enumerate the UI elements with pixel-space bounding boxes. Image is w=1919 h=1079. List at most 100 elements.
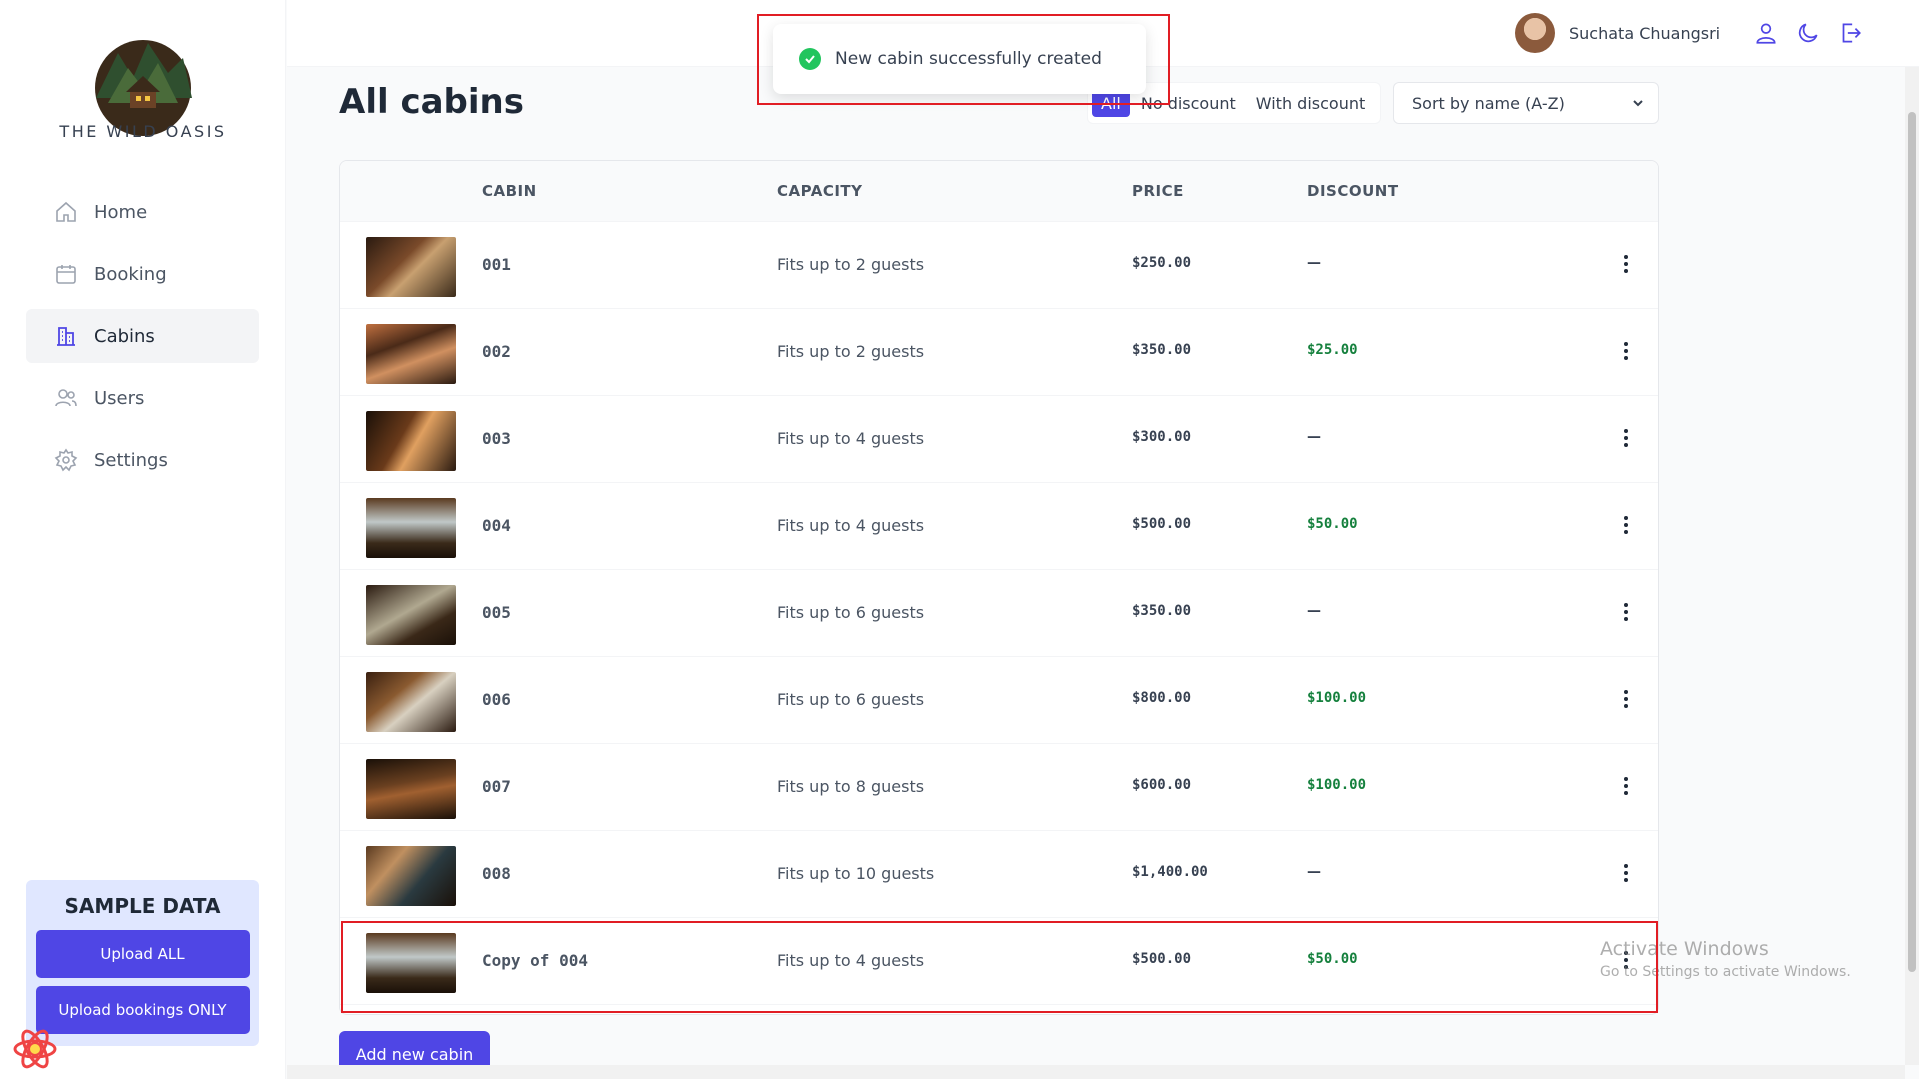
table-row: 001 Fits up to 2 guests $250.00 — bbox=[340, 222, 1658, 309]
more-options-icon[interactable] bbox=[1616, 861, 1636, 885]
column-header-discount: DISCOUNT bbox=[1307, 182, 1399, 200]
cabin-price: $600.00 bbox=[1132, 777, 1192, 793]
nav-item-label: Home bbox=[94, 201, 148, 223]
more-options-icon[interactable] bbox=[1616, 252, 1636, 276]
sort-selected-value: Sort by name (A-Z) bbox=[1412, 93, 1565, 113]
nav-item-label: Settings bbox=[94, 449, 168, 471]
chevron-down-icon bbox=[1630, 95, 1646, 115]
cabin-capacity: Fits up to 6 guests bbox=[777, 603, 925, 622]
vertical-scrollbar[interactable] bbox=[1905, 67, 1919, 1065]
brand-name: THE WILD OASIS bbox=[59, 122, 227, 141]
nav-item-label: Cabins bbox=[94, 325, 155, 347]
cabin-price: $350.00 bbox=[1132, 342, 1192, 358]
sample-data-title: SAMPLE DATA bbox=[64, 894, 221, 918]
filter-with-discount[interactable]: With discount bbox=[1247, 90, 1375, 117]
cabin-capacity: Fits up to 4 guests bbox=[777, 516, 925, 535]
table-row: 005 Fits up to 6 guests $350.00 — bbox=[340, 570, 1658, 657]
cabin-price: $250.00 bbox=[1132, 255, 1192, 271]
table-row: 004 Fits up to 4 guests $500.00 $50.00 bbox=[340, 483, 1658, 570]
gear-icon bbox=[54, 448, 78, 472]
more-options-icon[interactable] bbox=[1616, 600, 1636, 624]
highlight-box-toast bbox=[757, 14, 1170, 105]
cabin-discount: — bbox=[1307, 603, 1321, 619]
more-options-icon[interactable] bbox=[1616, 687, 1636, 711]
cabin-name: 007 bbox=[482, 777, 511, 796]
cabin-price: $350.00 bbox=[1132, 603, 1192, 619]
table-row: 008 Fits up to 10 guests $1,400.00 — bbox=[340, 831, 1658, 918]
cabins-table: CABIN CAPACITY PRICE DISCOUNT 001 Fits u… bbox=[339, 160, 1659, 1015]
cabin-discount: — bbox=[1307, 864, 1321, 880]
upload-bookings-button[interactable]: Upload bookings ONLY bbox=[35, 986, 250, 1034]
table-row: 007 Fits up to 8 guests $600.00 $100.00 bbox=[340, 744, 1658, 831]
more-options-icon[interactable] bbox=[1616, 513, 1636, 537]
home-icon bbox=[54, 200, 78, 224]
nav-item-users[interactable]: Users bbox=[26, 371, 259, 425]
cabin-price: $1,400.00 bbox=[1132, 864, 1208, 880]
user-name: Suchata Chuangsri bbox=[1569, 23, 1721, 43]
cabin-capacity: Fits up to 2 guests bbox=[777, 255, 925, 274]
sample-data-panel: SAMPLE DATA Upload ALL Upload bookings O… bbox=[26, 880, 259, 1046]
page-title: All cabins bbox=[339, 82, 524, 122]
calendar-icon bbox=[54, 262, 78, 286]
cabin-price: $500.00 bbox=[1132, 516, 1192, 532]
upload-all-button[interactable]: Upload ALL bbox=[35, 930, 250, 978]
cabin-capacity: Fits up to 4 guests bbox=[777, 429, 925, 448]
table-row: 006 Fits up to 6 guests $800.00 $100.00 bbox=[340, 657, 1658, 744]
nav-item-home[interactable]: Home bbox=[26, 185, 259, 239]
cabin-name: 008 bbox=[482, 864, 511, 883]
table-row: 003 Fits up to 4 guests $300.00 — bbox=[340, 396, 1658, 483]
cabin-thumbnail bbox=[366, 498, 456, 558]
cabin-capacity: Fits up to 2 guests bbox=[777, 342, 925, 361]
user-info: Suchata Chuangsri bbox=[1515, 13, 1720, 53]
cabin-name: 005 bbox=[482, 603, 511, 622]
sort-select[interactable]: Sort by name (A-Z) bbox=[1393, 82, 1659, 124]
building-icon bbox=[54, 324, 78, 348]
cabin-name: 006 bbox=[482, 690, 511, 709]
cabin-discount: $100.00 bbox=[1307, 690, 1367, 706]
cabin-thumbnail bbox=[366, 846, 456, 906]
more-options-icon[interactable] bbox=[1616, 339, 1636, 363]
avatar bbox=[1515, 13, 1555, 53]
column-header-capacity: CAPACITY bbox=[777, 182, 863, 200]
cabin-discount: — bbox=[1307, 255, 1321, 271]
nav-item-settings[interactable]: Settings bbox=[26, 433, 259, 487]
sidebar: THE WILD OASIS Home Booking Cabins Users bbox=[0, 0, 286, 1079]
cabin-thumbnail bbox=[366, 324, 456, 384]
user-icon[interactable] bbox=[1753, 20, 1779, 46]
table-row: 002 Fits up to 2 guests $350.00 $25.00 bbox=[340, 309, 1658, 396]
cabin-name: 003 bbox=[482, 429, 511, 448]
users-icon bbox=[54, 386, 78, 410]
react-query-devtools-icon[interactable] bbox=[12, 1026, 58, 1072]
scrollbar-thumb[interactable] bbox=[1908, 112, 1916, 972]
nav-item-booking[interactable]: Booking bbox=[26, 247, 259, 301]
cabin-capacity: Fits up to 6 guests bbox=[777, 690, 925, 709]
cabin-price: $800.00 bbox=[1132, 690, 1192, 706]
cabin-capacity: Fits up to 10 guests bbox=[777, 864, 935, 883]
cabin-discount: $50.00 bbox=[1307, 516, 1358, 532]
cabin-price: $300.00 bbox=[1132, 429, 1192, 445]
cabin-discount: — bbox=[1307, 429, 1321, 445]
highlight-box-new-row bbox=[341, 921, 1658, 1013]
cabin-thumbnail bbox=[366, 672, 456, 732]
horizontal-scrollbar[interactable] bbox=[287, 1065, 1905, 1079]
cabin-thumbnail bbox=[366, 411, 456, 471]
cabin-thumbnail bbox=[366, 237, 456, 297]
dark-mode-icon[interactable] bbox=[1795, 20, 1821, 46]
table-header: CABIN CAPACITY PRICE DISCOUNT bbox=[340, 161, 1658, 222]
cabin-name: 002 bbox=[482, 342, 511, 361]
more-options-icon[interactable] bbox=[1616, 774, 1636, 798]
cabin-capacity: Fits up to 8 guests bbox=[777, 777, 925, 796]
cabin-thumbnail bbox=[366, 585, 456, 645]
cabin-discount: $25.00 bbox=[1307, 342, 1358, 358]
cabin-name: 004 bbox=[482, 516, 511, 535]
column-header-price: PRICE bbox=[1132, 182, 1184, 200]
cabin-thumbnail bbox=[366, 759, 456, 819]
nav-item-label: Booking bbox=[94, 263, 167, 285]
column-header-cabin: CABIN bbox=[482, 182, 537, 200]
more-options-icon[interactable] bbox=[1616, 426, 1636, 450]
logout-icon[interactable] bbox=[1837, 20, 1863, 46]
nav-item-label: Users bbox=[94, 387, 145, 409]
nav-item-cabins[interactable]: Cabins bbox=[26, 309, 259, 363]
cabin-name: 001 bbox=[482, 255, 511, 274]
main-nav: Home Booking Cabins Users Settings bbox=[26, 185, 259, 495]
